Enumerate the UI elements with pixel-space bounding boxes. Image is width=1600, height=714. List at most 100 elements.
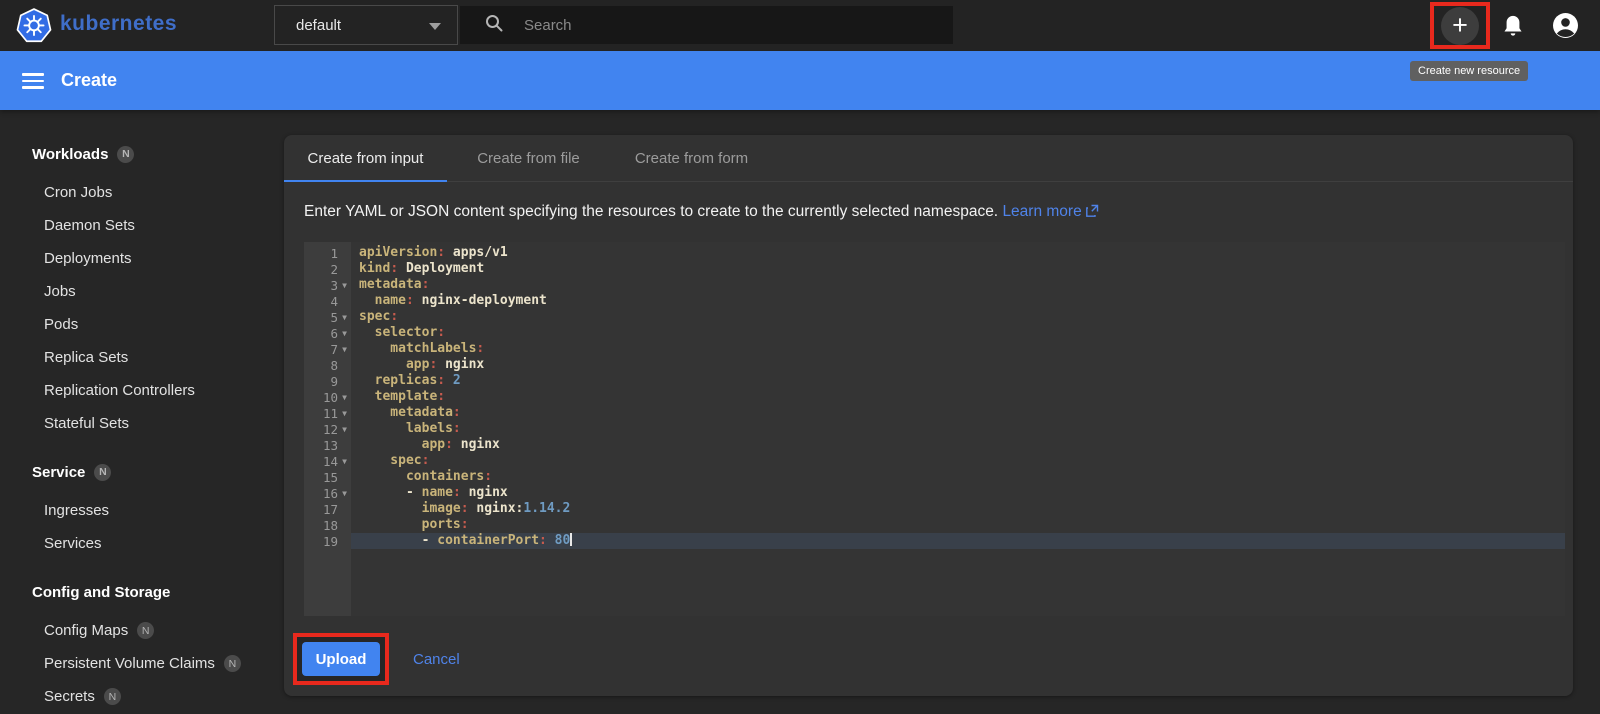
gutter-line: 7 ▼ — [304, 341, 351, 357]
code-line[interactable]: metadata: — [351, 277, 1565, 293]
gutter-line: 4 — [330, 293, 338, 309]
sidebar-item-stateful-sets[interactable]: Stateful Sets — [0, 407, 284, 440]
sidebar-item-pods[interactable]: Pods — [0, 308, 284, 341]
code-line[interactable]: template: — [351, 389, 1565, 405]
code-line[interactable]: replicas: 2 — [351, 373, 1565, 389]
sidebar-item-replication-controllers[interactable]: Replication Controllers — [0, 374, 284, 407]
gutter-line: 9 — [330, 373, 338, 389]
code-line[interactable]: metadata: — [351, 405, 1565, 421]
tooltip-create-new-resource: Create new resource — [1410, 61, 1529, 81]
sidebar-item-cron-jobs[interactable]: Cron Jobs — [0, 176, 284, 209]
gutter-line: 14 ▼ — [304, 453, 351, 469]
tab-bar: Create from input Create from file Create … — [284, 135, 1573, 182]
code-line[interactable]: app: nginx — [351, 437, 1565, 453]
gutter-line: 6 ▼ — [304, 325, 351, 341]
sidebar-section-service[interactable]: Service N — [0, 456, 284, 488]
page-title: Create — [61, 70, 118, 90]
yaml-editor[interactable]: 1 2 3 ▼ 4 5 ▼ 6 ▼ 7 ▼ 8 9 10 ▼ 11 ▼ 12 ▼ 13 14 ▼ 15 16 ▼ 17 18 19 a… — [304, 242, 1565, 616]
sidebar-item-config-maps[interactable]: Config Maps N — [0, 614, 284, 647]
code-line[interactable]: image: nginx:1.14.2 — [351, 501, 1565, 517]
code-line[interactable]: - containerPort: 80 — [351, 533, 1565, 549]
account-icon — [1553, 13, 1578, 38]
fold-icon[interactable]: ▼ — [338, 329, 351, 338]
sidebar-item-daemon-sets[interactable]: Daemon Sets — [0, 209, 284, 242]
sidebar-section-config-and-storage[interactable]: Config and Storage — [0, 576, 284, 608]
code-line[interactable]: - name: nginx — [351, 485, 1565, 501]
sidebar-item-replica-sets[interactable]: Replica Sets — [0, 341, 284, 374]
sidebar-item-persistent-volume-claims[interactable]: Persistent Volume Claims N — [0, 647, 284, 680]
editor-gutter: 1 2 3 ▼ 4 5 ▼ 6 ▼ 7 ▼ 8 9 10 ▼ 11 ▼ 12 ▼ 13 14 ▼ 15 16 ▼ 17 18 19 — [304, 242, 351, 616]
text-cursor — [570, 533, 573, 546]
editor-code-area[interactable]: apiVersion: apps/v1 kind: Deployment metad… — [351, 242, 1565, 616]
search-bar[interactable] — [460, 6, 953, 44]
sidebar-item-services[interactable]: Services — [0, 527, 284, 560]
notifications-button[interactable] — [1502, 14, 1524, 43]
fold-icon[interactable]: ▼ — [338, 489, 351, 498]
gutter-line: 11 ▼ — [304, 405, 351, 421]
search-icon — [484, 13, 504, 38]
account-button[interactable] — [1552, 12, 1579, 44]
sidebar-nav: Workloads N Cron Jobs Daemon Sets Deployment… — [0, 110, 284, 714]
fold-icon[interactable]: ▼ — [338, 409, 351, 418]
annotation-box-create: + — [1430, 2, 1490, 49]
code-line[interactable]: spec: — [351, 453, 1565, 469]
gutter-line: 2 — [330, 261, 338, 277]
sidebar-item-deployments[interactable]: Deployments — [0, 242, 284, 275]
search-input[interactable] — [524, 16, 904, 34]
gutter-line: 8 — [330, 357, 338, 373]
tab-create-from-form[interactable]: Create from form — [610, 135, 773, 181]
gutter-line: 16 ▼ — [304, 485, 351, 501]
code-line[interactable]: spec: — [351, 309, 1565, 325]
open-in-new-icon — [1085, 204, 1099, 222]
gutter-line: 17 — [322, 501, 338, 517]
namespace-dropdown[interactable]: default — [274, 5, 458, 45]
gutter-line: 19 — [322, 533, 338, 549]
bell-icon — [1504, 15, 1522, 36]
gutter-line: 13 — [322, 437, 338, 453]
sidebar-item-ingresses[interactable]: Ingresses — [0, 494, 284, 527]
code-line[interactable]: kind: Deployment — [351, 261, 1565, 277]
brand-title[interactable]: kubernetes — [60, 12, 177, 36]
gutter-line: 12 ▼ — [304, 421, 351, 437]
code-line[interactable]: apiVersion: apps/v1 — [351, 245, 1565, 261]
new-badge: N — [103, 688, 121, 705]
fold-icon[interactable]: ▼ — [338, 393, 351, 402]
kubernetes-logo-icon[interactable] — [16, 8, 52, 44]
tab-create-from-file[interactable]: Create from file — [447, 135, 610, 181]
fold-icon[interactable]: ▼ — [338, 281, 351, 290]
instruction-text: Enter YAML or JSON content specifying th… — [304, 203, 1573, 222]
code-line[interactable]: containers: — [351, 469, 1565, 485]
cancel-button[interactable]: Cancel — [413, 651, 460, 668]
namespace-value: default — [296, 16, 342, 34]
code-line[interactable]: name: nginx-deployment — [351, 293, 1565, 309]
code-line[interactable]: labels: — [351, 421, 1565, 437]
plus-icon: + — [1452, 10, 1468, 40]
code-line[interactable]: selector: — [351, 325, 1565, 341]
create-card: Create from input Create from file Create … — [284, 135, 1573, 696]
gutter-line: 5 ▼ — [304, 309, 351, 325]
upload-button[interactable]: Upload — [302, 642, 380, 676]
gutter-line: 3 ▼ — [304, 277, 351, 293]
learn-more-link[interactable]: Learn more — [1002, 203, 1098, 220]
code-line[interactable]: app: nginx — [351, 357, 1565, 373]
gutter-line: 1 — [330, 245, 338, 261]
new-badge: N — [117, 145, 135, 163]
fold-icon[interactable]: ▼ — [338, 457, 351, 466]
fold-icon[interactable]: ▼ — [338, 345, 351, 354]
fold-icon[interactable]: ▼ — [338, 425, 351, 434]
code-line[interactable]: matchLabels: — [351, 341, 1565, 357]
chevron-down-icon — [429, 23, 441, 30]
sidebar-item-secrets[interactable]: Secrets N — [0, 680, 284, 713]
menu-icon[interactable] — [22, 73, 44, 89]
tab-create-from-input[interactable]: Create from input — [284, 135, 447, 182]
fold-icon[interactable]: ▼ — [338, 313, 351, 322]
annotation-box-upload: Upload — [293, 633, 389, 685]
new-badge: N — [223, 655, 241, 672]
sidebar-item-jobs[interactable]: Jobs — [0, 275, 284, 308]
code-line[interactable]: ports: — [351, 517, 1565, 533]
new-badge: N — [137, 622, 155, 639]
new-badge: N — [94, 463, 112, 481]
create-new-resource-button[interactable]: + — [1441, 6, 1479, 45]
form-actions: Upload Cancel — [293, 633, 460, 685]
sidebar-section-workloads[interactable]: Workloads N — [0, 138, 284, 170]
